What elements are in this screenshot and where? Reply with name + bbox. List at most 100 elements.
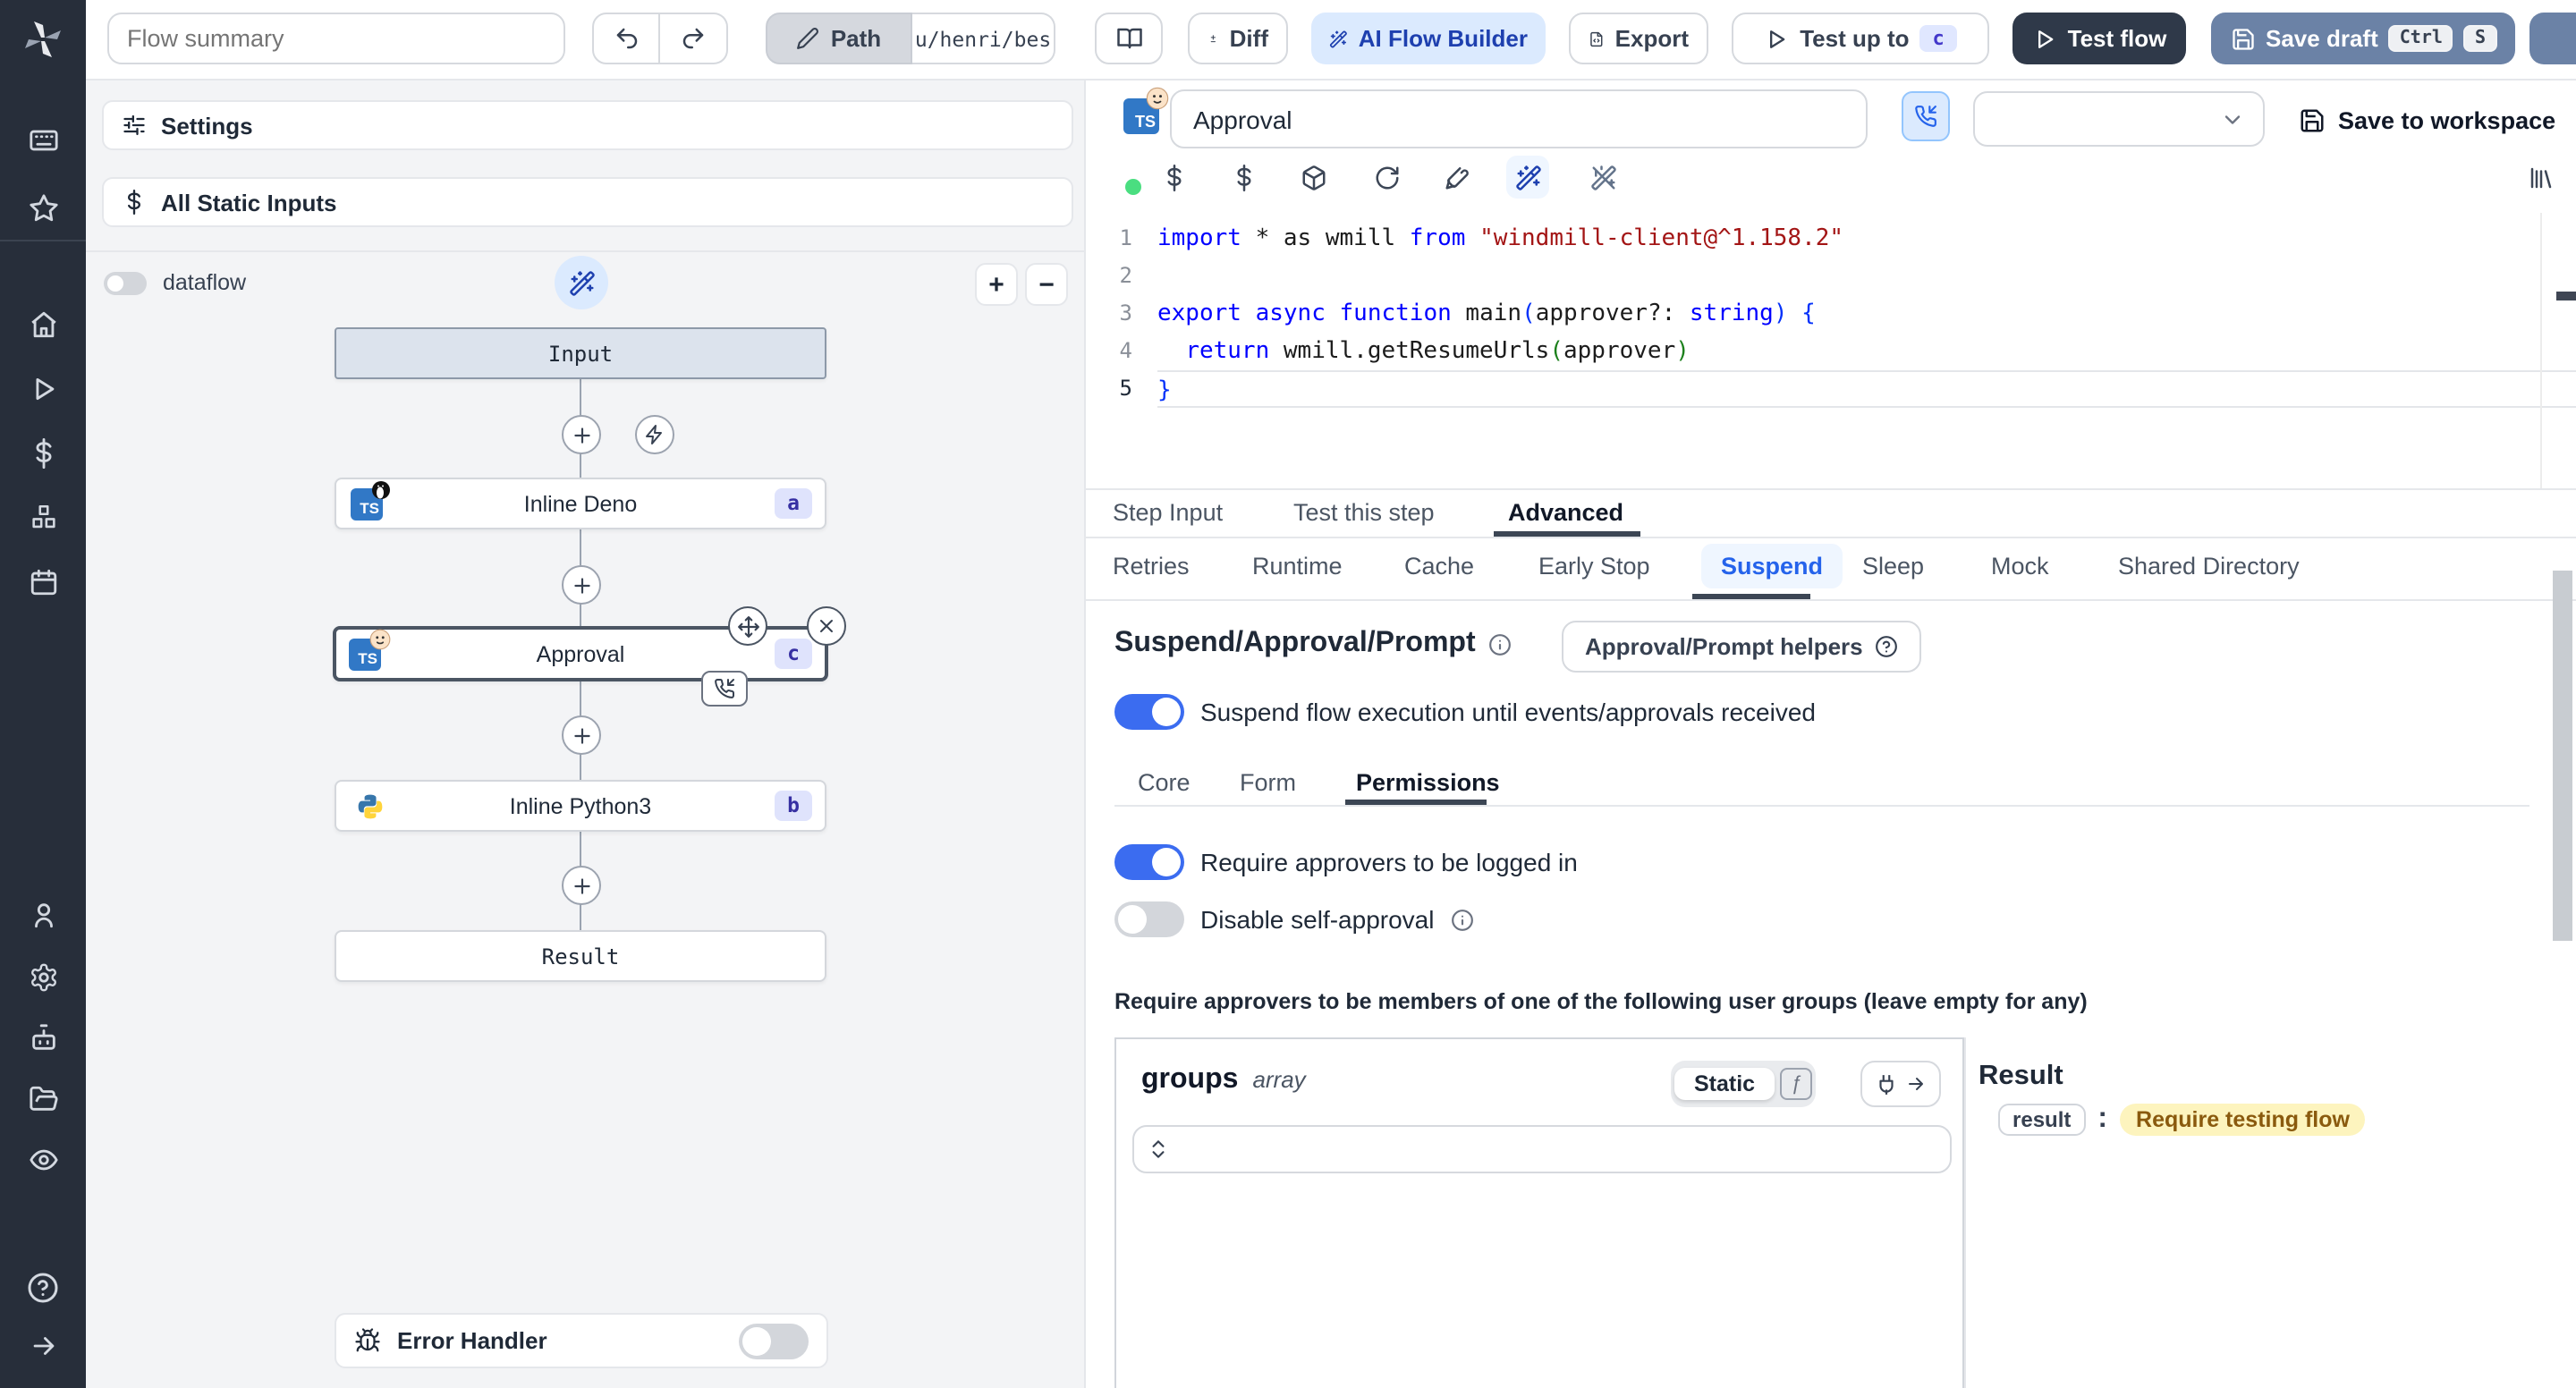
editor-scroll-indicator[interactable] (2556, 292, 2576, 300)
move-step-handle[interactable] (728, 606, 767, 646)
tab-shared-directory[interactable]: Shared Directory (2118, 553, 2300, 580)
node-inline-deno[interactable]: TS Inline Deno a (335, 478, 826, 529)
approval-prompt-helpers-button[interactable]: Approval/Prompt helpers (1562, 621, 1922, 673)
ai-assist-wand-button[interactable] (1506, 156, 1549, 199)
suspend-flow-toggle[interactable] (1114, 694, 1184, 730)
suspend-phone-badge (701, 671, 748, 707)
windmill-logo-icon[interactable] (0, 18, 86, 61)
undo-button[interactable] (592, 13, 660, 64)
all-static-inputs-row[interactable]: All Static Inputs (102, 177, 1073, 227)
tab-cache[interactable]: Cache (1404, 553, 1474, 580)
info-icon[interactable] (1450, 908, 1473, 931)
package-icon[interactable] (1301, 165, 1327, 191)
folders-icon[interactable] (0, 1084, 86, 1114)
export-button[interactable]: Export (1569, 13, 1708, 64)
file-code-icon (1589, 26, 1605, 51)
variables-dollar-icon[interactable] (1161, 165, 1188, 191)
groups-array-input[interactable] (1132, 1125, 1952, 1173)
wand-sparkles-icon (568, 269, 595, 296)
add-step-button[interactable] (562, 565, 601, 605)
function-icon[interactable]: ƒ (1780, 1068, 1813, 1100)
add-step-button[interactable] (562, 715, 601, 755)
error-handler-toggle[interactable] (739, 1323, 809, 1358)
dataflow-toggle[interactable] (104, 271, 147, 294)
tab-runtime[interactable]: Runtime (1252, 553, 1343, 580)
test-up-to-step-badge: c (1919, 25, 1957, 52)
add-step-button[interactable] (562, 415, 601, 454)
tab-advanced[interactable]: Advanced (1508, 499, 1623, 526)
zoom-out-button[interactable]: − (1025, 263, 1068, 306)
zoom-in-button[interactable]: + (975, 263, 1018, 306)
zap-icon (644, 424, 665, 445)
delete-step-button[interactable] (807, 606, 846, 646)
home-icon[interactable] (0, 309, 86, 340)
code-line-2[interactable]: 2 (1086, 258, 2576, 295)
resources-cubes-icon[interactable] (0, 503, 86, 533)
flow-summary-input[interactable] (107, 13, 565, 64)
node-result[interactable]: Result (335, 930, 826, 982)
node-inline-python[interactable]: Inline Python3 b (335, 780, 826, 832)
tab-early-stop[interactable]: Early Stop (1538, 553, 1650, 580)
panel-scrollbar-thumb[interactable] (2553, 571, 2572, 941)
error-handler-row[interactable]: Error Handler (335, 1313, 828, 1368)
result-key-badge[interactable]: result (1998, 1104, 2086, 1136)
tab-retries[interactable]: Retries (1113, 553, 1190, 580)
variables-dollar-icon[interactable] (0, 438, 86, 469)
tab-suspend[interactable]: Suspend (1701, 544, 1843, 588)
result-divider (1964, 1037, 1966, 1388)
path-button[interactable]: Path (766, 13, 912, 64)
reset-rotate-icon[interactable] (1374, 165, 1401, 191)
tab-permissions[interactable]: Permissions (1356, 769, 1500, 796)
audit-logs-eye-icon[interactable] (0, 1145, 86, 1175)
workers-bot-icon[interactable] (0, 1023, 86, 1054)
runs-play-icon[interactable] (0, 374, 86, 404)
static-option[interactable]: Static (1674, 1068, 1775, 1100)
users-icon[interactable] (0, 900, 86, 930)
deploy-button-partial[interactable] (2529, 13, 2576, 64)
suspend-phone-button[interactable] (1902, 91, 1950, 141)
favorites-star-icon[interactable] (0, 193, 86, 224)
code-line-4[interactable]: 4 return wmill.getResumeUrls(approver) (1086, 333, 2576, 370)
script-kind-select[interactable] (1973, 91, 2265, 147)
code-line-1[interactable]: 1 import * as wmill from "windmill-client… (1086, 220, 2576, 258)
trigger-zap-button[interactable] (635, 415, 674, 454)
tab-core[interactable]: Core (1138, 769, 1191, 796)
tab-form[interactable]: Form (1240, 769, 1296, 796)
test-flow-button[interactable]: Test flow (2012, 13, 2186, 64)
tab-step-input[interactable]: Step Input (1113, 499, 1223, 526)
code-line-5[interactable]: 5} (1086, 370, 2576, 408)
save-draft-button[interactable]: Save draft Ctrl S (2211, 13, 2515, 64)
result-value-badge: Require testing flow (2120, 1104, 2366, 1136)
workspace-icon[interactable] (0, 125, 86, 156)
settings-gear-icon[interactable] (0, 962, 86, 993)
ai-flow-builder-button[interactable]: AI Flow Builder (1311, 13, 1546, 64)
code-editor[interactable]: 1 import * as wmill from "windmill-client… (1086, 213, 2576, 488)
info-icon[interactable] (1488, 632, 1512, 656)
flow-settings-row[interactable]: Settings (102, 100, 1073, 150)
redo-button[interactable] (660, 13, 728, 64)
node-input[interactable]: Input (335, 327, 826, 379)
path-value[interactable]: u/henri/bes (912, 13, 1055, 64)
static-function-toggle[interactable]: Static ƒ (1671, 1061, 1817, 1107)
library-icon[interactable] (2528, 165, 2555, 191)
test-up-to-button[interactable]: Test up to c (1732, 13, 1989, 64)
diff-button[interactable]: Diff (1188, 13, 1288, 64)
resources-dollar-icon[interactable] (1231, 165, 1258, 191)
code-line-3[interactable]: 3 export async function main(approver?: s… (1086, 295, 2576, 333)
disable-self-approval-toggle[interactable] (1114, 901, 1184, 937)
save-to-workspace-button[interactable]: Save to workspace (2288, 98, 2566, 141)
docs-book-button[interactable] (1095, 13, 1163, 64)
add-step-button[interactable] (562, 866, 601, 905)
ai-graph-wand-button[interactable] (555, 256, 608, 309)
plug-connect-button[interactable] (1860, 1061, 1941, 1107)
format-brush-icon[interactable] (1444, 165, 1470, 191)
schedules-calendar-icon[interactable] (0, 567, 86, 597)
require-login-toggle[interactable] (1114, 844, 1184, 880)
ai-assist-off-icon[interactable] (1590, 165, 1617, 191)
step-name-input[interactable] (1170, 89, 1868, 148)
tab-mock[interactable]: Mock (1991, 553, 2049, 580)
tab-test-this-step[interactable]: Test this step (1293, 499, 1435, 526)
tab-sleep[interactable]: Sleep (1862, 553, 1924, 580)
help-icon[interactable] (0, 1272, 86, 1304)
expand-sidebar-icon[interactable] (0, 1331, 86, 1361)
